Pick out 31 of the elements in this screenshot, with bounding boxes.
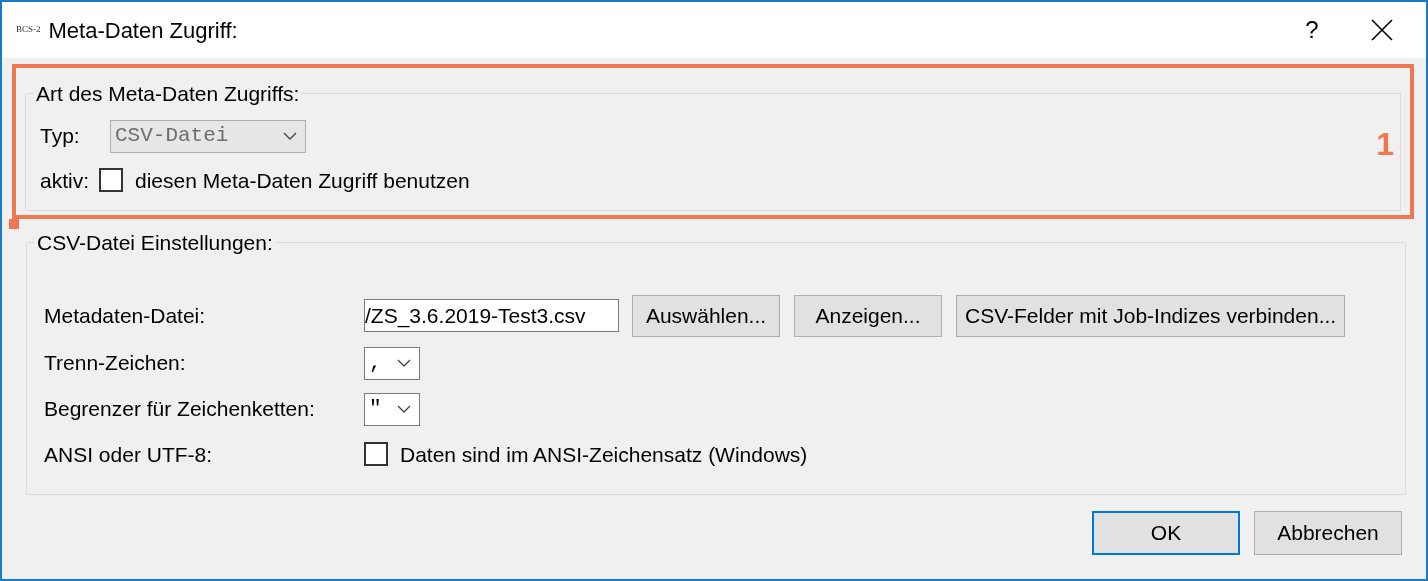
file-path-field[interactable]: /ZS_3.6.2019-Test3.csv xyxy=(364,299,619,332)
checkbox-label: diesen Meta-Daten Zugriff benutzen xyxy=(135,167,470,194)
window-title: Meta-Daten Zugriff: xyxy=(48,16,238,45)
field-label: Begrenzer für Zeichenketten: xyxy=(44,396,316,423)
dialog-button[interactable]: CSV-Felder mit Job-Indizes verbinden... xyxy=(956,294,1346,337)
dropdown-value: " xyxy=(369,396,382,423)
field-label: Metadaten-Datei: xyxy=(44,302,207,329)
group-title: Art des Meta-Daten Zugriffs: xyxy=(35,81,301,107)
field-label: Trenn-Zeichen: xyxy=(44,350,187,377)
chevron-down-icon xyxy=(397,359,411,367)
group-title: CSV-Datei Einstellungen: xyxy=(36,230,274,256)
dropdown[interactable]: " xyxy=(364,392,420,426)
chevron-down-icon xyxy=(283,132,297,140)
field-label: aktiv: xyxy=(40,167,89,194)
checkbox[interactable] xyxy=(99,168,123,193)
dialog-button[interactable]: Auswählen... xyxy=(632,294,780,337)
field-label: Typ: xyxy=(40,123,81,150)
dropdown-value: CSV-Datei xyxy=(115,123,229,150)
dialog-button[interactable]: OK xyxy=(1092,511,1240,555)
dialog-button[interactable]: Anzeigen... xyxy=(794,294,942,337)
chevron-down-icon xyxy=(397,405,411,413)
app-logo: BCS-2 xyxy=(16,23,41,37)
callout-number: 1 xyxy=(1376,124,1394,164)
dropdown[interactable]: , xyxy=(364,346,420,380)
close-icon xyxy=(1371,19,1393,41)
checkbox-label: Daten sind im ANSI-Zeichensatz (Windows) xyxy=(400,441,808,468)
dropdown-value: , xyxy=(369,350,382,377)
dialog-button[interactable]: Abbrechen xyxy=(1254,511,1402,555)
checkbox[interactable] xyxy=(364,442,388,467)
help-button[interactable]: ? xyxy=(1282,10,1342,50)
field-label: ANSI oder UTF-8: xyxy=(44,441,214,468)
